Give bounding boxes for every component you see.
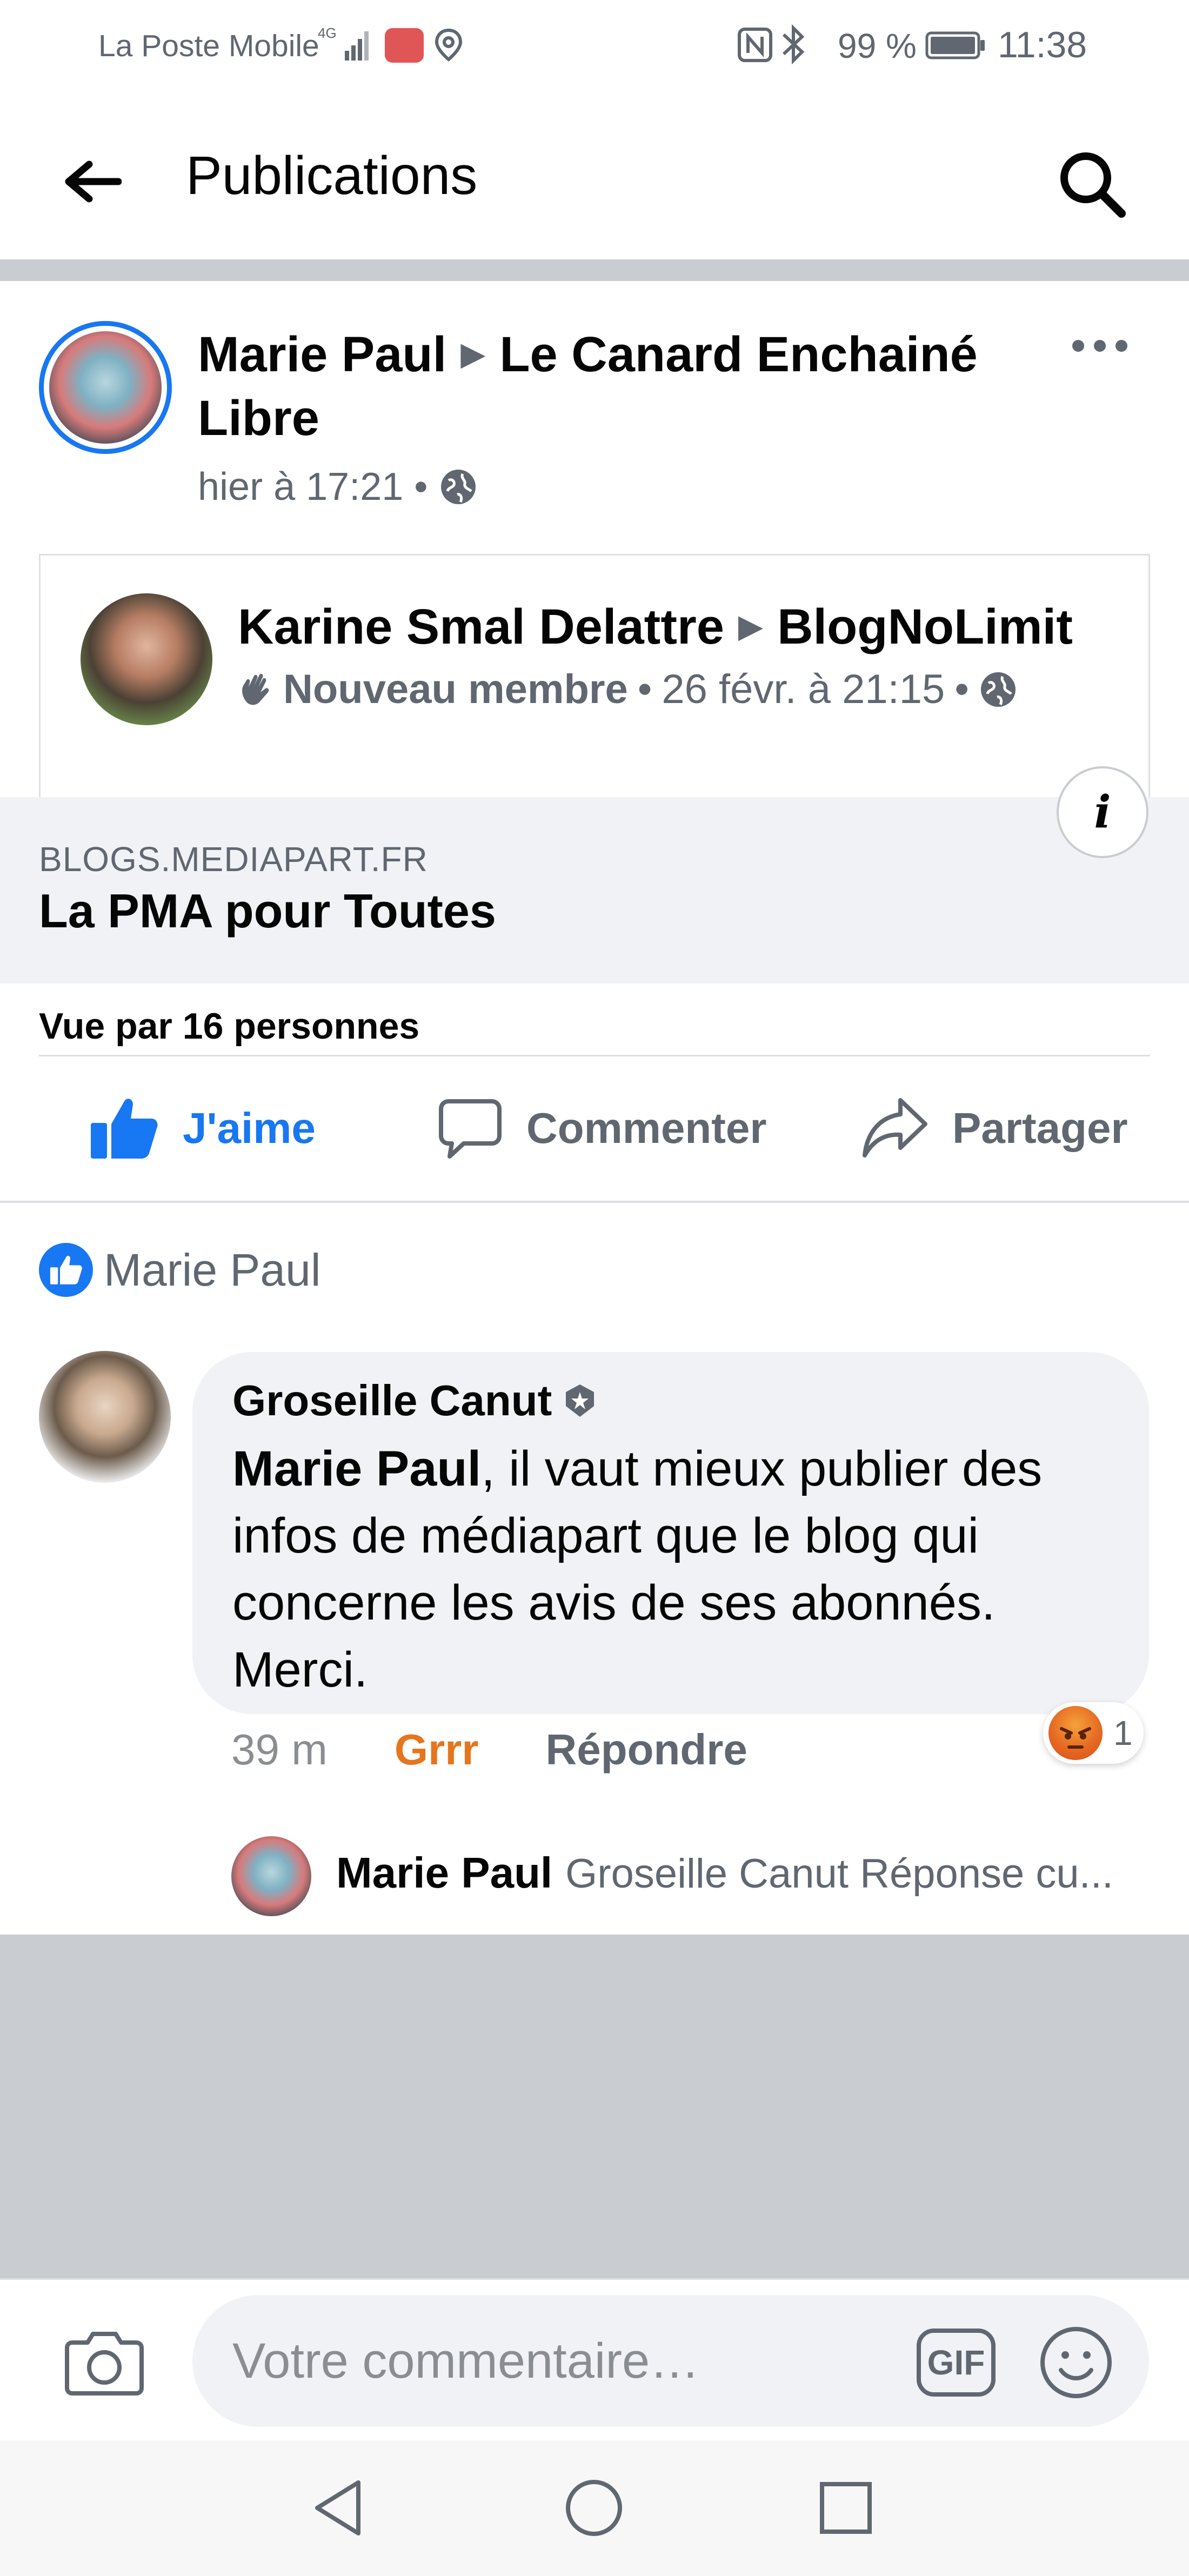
shared-post-meta: Nouveau membre • 26 févr. à 21:15 •	[238, 666, 1018, 713]
comment-composer: GIF	[0, 2278, 1189, 2440]
comment-actions: 39 m Grrr Répondre	[231, 1725, 747, 1775]
reply-preview[interactable]: Marie Paul Groseille Canut Réponse cu...	[336, 1848, 1113, 1898]
thumbs-up-icon	[91, 1099, 158, 1159]
comment-author: Groseille Canut	[232, 1376, 598, 1426]
shared-author-avatar[interactable]	[81, 593, 212, 725]
nfc-icon	[738, 28, 772, 62]
location-icon	[435, 28, 463, 62]
comment-time[interactable]: 39 m	[231, 1725, 328, 1775]
triangle-right-icon: ▶	[460, 336, 486, 372]
post-timestamp[interactable]: hier à 17:21	[198, 465, 403, 509]
arrow-left-icon	[65, 160, 122, 203]
reply-button[interactable]: Répondre	[545, 1725, 747, 1775]
comment-input[interactable]	[192, 2295, 1149, 2427]
comment-button[interactable]: Commenter	[438, 1057, 767, 1200]
liked-by-name: Marie Paul	[104, 1244, 321, 1295]
emoji-button[interactable]	[1037, 2323, 1115, 2402]
status-bar: La Poste Mobile 4G 99 % 11:38	[0, 0, 1189, 92]
page-title: Publications	[186, 145, 478, 206]
reply-author-name: Marie Paul	[336, 1849, 553, 1897]
header-divider	[0, 259, 1189, 281]
nav-home-button[interactable]	[559, 2473, 629, 2543]
empty-area	[0, 1935, 1189, 2278]
post-meta: hier à 17:21 •	[198, 465, 478, 509]
divider	[39, 1055, 1150, 1056]
triangle-back-icon	[315, 2480, 360, 2535]
battery-icon	[925, 31, 985, 59]
comment-bubble[interactable]: Groseille Canut Marie Paul, il vaut mieu…	[192, 1352, 1149, 1714]
link-domain: BLOGS.MEDIAPART.FR	[39, 840, 428, 879]
system-nav-bar	[0, 2440, 1189, 2576]
share-button[interactable]: Partager	[861, 1057, 1128, 1200]
shared-post[interactable]: Karine Smal Delattre ▶ BlogNoLimit Nouveau…	[39, 554, 1150, 797]
comment-author-name[interactable]: Groseille Canut	[232, 1376, 552, 1426]
like-button[interactable]: J'aime	[89, 1057, 316, 1200]
author-name[interactable]: Marie Paul	[198, 327, 446, 382]
member-badge: Nouveau membre	[283, 666, 628, 712]
reaction-count: 1	[1113, 1714, 1133, 1752]
search-icon	[1060, 152, 1126, 218]
separator-dot: •	[414, 465, 428, 508]
shared-group-name[interactable]: BlogNoLimit	[777, 599, 1073, 654]
angry-reaction-icon	[1048, 1706, 1103, 1760]
more-options-button[interactable]	[1059, 324, 1140, 367]
nav-recents-button[interactable]	[811, 2473, 881, 2543]
info-button[interactable]: i	[1057, 766, 1148, 858]
gif-button[interactable]: GIF	[917, 2329, 996, 2397]
reply-avatar[interactable]	[231, 1836, 311, 1916]
reaction-count-badge[interactable]: 1	[1043, 1702, 1144, 1764]
comment-icon	[439, 1099, 502, 1159]
share-icon	[863, 1098, 927, 1157]
svg-text:4G: 4G	[318, 25, 337, 41]
globe-icon	[440, 470, 476, 504]
verified-badge-icon	[566, 1384, 594, 1417]
smiley-icon	[1040, 2327, 1112, 2398]
triangle-right-icon: ▶	[738, 608, 764, 644]
reaction-button[interactable]: Grrr	[395, 1725, 479, 1775]
author-avatar[interactable]	[39, 321, 172, 454]
square-recents-icon	[820, 2482, 872, 2534]
like-label: J'aime	[183, 1104, 316, 1152]
more-horizontal-icon	[1072, 340, 1127, 352]
liked-by-row[interactable]: Marie Paul	[39, 1243, 321, 1297]
shared-timestamp[interactable]: 26 févr. à 21:15	[662, 666, 945, 713]
link-title: La PMA pour Toutes	[39, 884, 496, 938]
search-button[interactable]	[1048, 140, 1135, 227]
share-label: Partager	[952, 1104, 1128, 1152]
link-preview[interactable]: BLOGS.MEDIAPART.FR La PMA pour Toutes	[0, 797, 1189, 983]
camera-icon	[65, 2332, 144, 2396]
nav-back-button[interactable]	[303, 2473, 373, 2543]
divider	[0, 1201, 1189, 1203]
shared-author-name[interactable]: Karine Smal Delattre	[238, 599, 724, 654]
comment-text: Marie Paul, il vaut mieux publier des in…	[232, 1435, 1119, 1703]
reply-preview-text: Groseille Canut Réponse cu...	[565, 1851, 1114, 1897]
commenter-avatar[interactable]	[39, 1351, 171, 1483]
globe-icon	[980, 672, 1016, 707]
post-header: Marie Paul ▶ Le Canard Enchainé Libre	[198, 322, 1041, 450]
carrier-name: La Poste Mobile	[98, 29, 319, 63]
post-card: Marie Paul ▶ Le Canard Enchainé Libre hier…	[0, 281, 1189, 1200]
app-notification-icon	[385, 28, 424, 63]
comment-mention[interactable]: Marie Paul	[232, 1441, 481, 1496]
like-reaction-icon	[39, 1243, 93, 1297]
camera-button[interactable]	[58, 2321, 150, 2402]
signal-icon: 4G	[318, 25, 369, 61]
bluetooth-icon	[782, 24, 805, 65]
view-count[interactable]: Vue par 16 personnes	[39, 1005, 419, 1047]
back-button[interactable]	[54, 149, 130, 214]
circle-home-icon	[566, 2480, 622, 2536]
comment-label: Commenter	[526, 1104, 767, 1152]
separator-dot: •	[954, 666, 969, 712]
separator-dot: •	[637, 666, 652, 712]
post-actions: J'aime Commenter Partager	[0, 1057, 1189, 1200]
shared-post-header: Karine Smal Delattre ▶ BlogNoLimit	[238, 599, 1073, 655]
app-header: Publications	[0, 97, 1189, 259]
waving-hand-icon	[242, 673, 269, 705]
battery-percent: 99 %	[838, 26, 917, 65]
clock: 11:38	[998, 24, 1087, 65]
